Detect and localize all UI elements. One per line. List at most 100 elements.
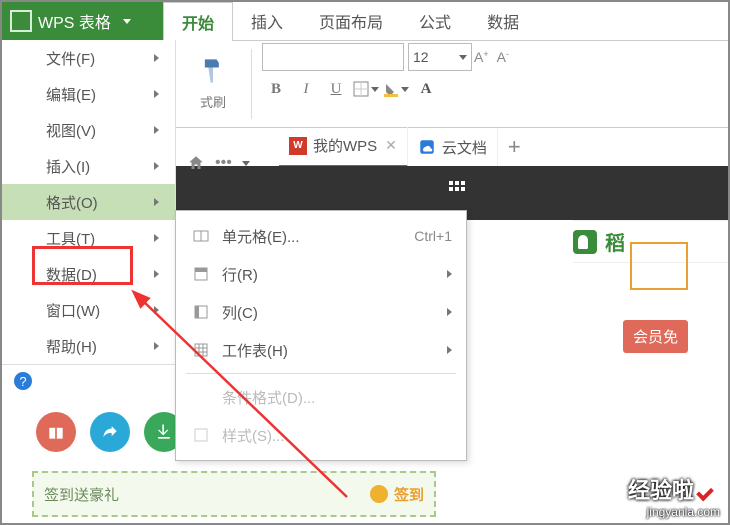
tab-start[interactable]: 开始 [163, 2, 233, 41]
menu-label: 帮助(H) [46, 336, 97, 357]
menu-label: 工具(T) [46, 228, 95, 249]
menu-file[interactable]: 文件(F) [2, 40, 175, 76]
submenu-shortcut: Ctrl+1 [414, 228, 452, 244]
chevron-right-icon [154, 270, 159, 278]
decrease-font-button[interactable]: A- [497, 49, 509, 65]
app-title-label: WPS 表格 [38, 9, 111, 33]
format-painter-label: 式刷 [200, 92, 226, 111]
cloud-icon [418, 138, 436, 156]
gift-button[interactable] [36, 412, 76, 452]
chevron-right-icon [154, 198, 159, 206]
quick-access-bar: ••• [187, 154, 250, 172]
clipboard-group: 式刷 [175, 41, 251, 127]
font-size-value: 12 [413, 49, 429, 65]
new-tab-button[interactable]: + [498, 134, 531, 160]
app-title-button[interactable]: WPS 表格 [2, 2, 163, 40]
menu-label: 数据(D) [46, 264, 97, 285]
submenu-conditional: 条件格式(D)... [176, 378, 466, 416]
font-name-dropdown[interactable] [262, 43, 404, 71]
tab-formula[interactable]: 公式 [401, 2, 469, 40]
daoke-label: 稻 [605, 227, 625, 256]
app-title-dropdown-icon [123, 19, 131, 24]
share-button[interactable] [90, 412, 130, 452]
chevron-right-icon [154, 162, 159, 170]
menu-edit[interactable]: 编辑(E) [2, 76, 175, 112]
watermark: 经验啦 jingyanla.com [628, 473, 720, 519]
chevron-right-icon [154, 90, 159, 98]
brush-icon [199, 57, 227, 92]
tab-data[interactable]: 数据 [469, 2, 537, 40]
format-painter-button[interactable]: 式刷 [183, 57, 243, 111]
bold-button[interactable]: B [262, 75, 290, 103]
underline-button[interactable]: U [322, 75, 350, 103]
window-frame: WPS 表格 开始 插入 页面布局 公式 数据 式刷 [0, 0, 730, 525]
format-submenu: 单元格(E)... Ctrl+1 行(R) 列(C) 工作表(H) [175, 210, 467, 461]
doc-tab-label: 云文档 [442, 137, 487, 158]
doc-tab-mywps[interactable]: W 我的WPS ✕ [279, 127, 408, 168]
submenu-label: 条件格式(D)... [222, 387, 452, 408]
signin-banner[interactable]: 签到送豪礼 签到 [32, 471, 436, 517]
doc-tab-cloud[interactable]: 云文档 [408, 128, 498, 166]
submenu-label: 列(C) [222, 302, 447, 323]
chevron-right-icon [154, 342, 159, 350]
template-placeholder[interactable] [630, 242, 688, 290]
submenu-sheet[interactable]: 工作表(H) [176, 331, 466, 369]
border-button[interactable] [352, 75, 380, 103]
chevron-down-icon [459, 55, 467, 60]
font-size-dropdown[interactable]: 12 [408, 43, 472, 71]
increase-font-button[interactable]: A+ [474, 49, 489, 65]
cell-icon [190, 227, 212, 245]
title-bar: WPS 表格 开始 插入 页面布局 公式 数据 [2, 2, 728, 40]
submenu-col[interactable]: 列(C) [176, 293, 466, 331]
signin-button[interactable]: 签到 [370, 484, 424, 505]
submenu-cell[interactable]: 单元格(E)... Ctrl+1 [176, 217, 466, 255]
menu-label: 格式(O) [46, 192, 98, 213]
submenu-style: 样式(S)... [176, 416, 466, 454]
more-icon[interactable]: ••• [215, 154, 232, 172]
chevron-right-icon [154, 306, 159, 314]
italic-button[interactable]: I [292, 75, 320, 103]
check-icon [698, 478, 720, 500]
coin-icon [370, 485, 388, 503]
doc-tab-label: 我的WPS [313, 135, 377, 156]
signin-label: 签到送豪礼 [44, 484, 119, 505]
wps-logo-icon [10, 10, 32, 32]
menu-data[interactable]: 数据(D) [2, 256, 175, 292]
ribbon-tabs: 开始 插入 页面布局 公式 数据 [163, 2, 537, 40]
menu-view[interactable]: 视图(V) [2, 112, 175, 148]
fill-color-button[interactable] [382, 75, 410, 103]
submenu-label: 工作表(H) [222, 340, 447, 361]
column-icon [190, 303, 212, 321]
submenu-row[interactable]: 行(R) [176, 255, 466, 293]
menu-window[interactable]: 窗口(W) [2, 292, 175, 328]
menu-label: 编辑(E) [46, 84, 96, 105]
tab-insert[interactable]: 插入 [233, 2, 301, 40]
submenu-label: 行(R) [222, 264, 447, 285]
font-color-button[interactable]: A [412, 75, 440, 103]
chevron-right-icon [154, 126, 159, 134]
menu-label: 视图(V) [46, 120, 96, 141]
chevron-right-icon [447, 270, 452, 278]
menu-label: 文件(F) [46, 48, 95, 69]
close-icon[interactable]: ✕ [385, 137, 397, 154]
chevron-down-icon[interactable] [242, 161, 250, 166]
sheet-icon [190, 341, 212, 359]
separator [186, 373, 456, 374]
style-icon [190, 426, 212, 444]
menu-help[interactable]: 帮助(H) [2, 328, 175, 364]
menu-label: 窗口(W) [46, 300, 100, 321]
chevron-right-icon [447, 346, 452, 354]
menu-format[interactable]: 格式(O) [2, 184, 175, 220]
tab-layout[interactable]: 页面布局 [301, 2, 401, 40]
home-icon[interactable] [187, 154, 205, 172]
menu-label: 插入(I) [46, 156, 90, 177]
menu-insert[interactable]: 插入(I) [2, 148, 175, 184]
menu-tools[interactable]: 工具(T) [2, 220, 175, 256]
grid-view-icon[interactable] [448, 180, 468, 205]
help-icon[interactable]: ? [14, 372, 32, 390]
chevron-right-icon [447, 308, 452, 316]
member-button[interactable]: 会员免 [623, 320, 688, 353]
wps-w-icon: W [289, 137, 307, 155]
main-menu: 文件(F) 编辑(E) 视图(V) 插入(I) 格式(O) 工具(T) 数据(D… [2, 40, 176, 365]
action-circles [36, 412, 184, 452]
